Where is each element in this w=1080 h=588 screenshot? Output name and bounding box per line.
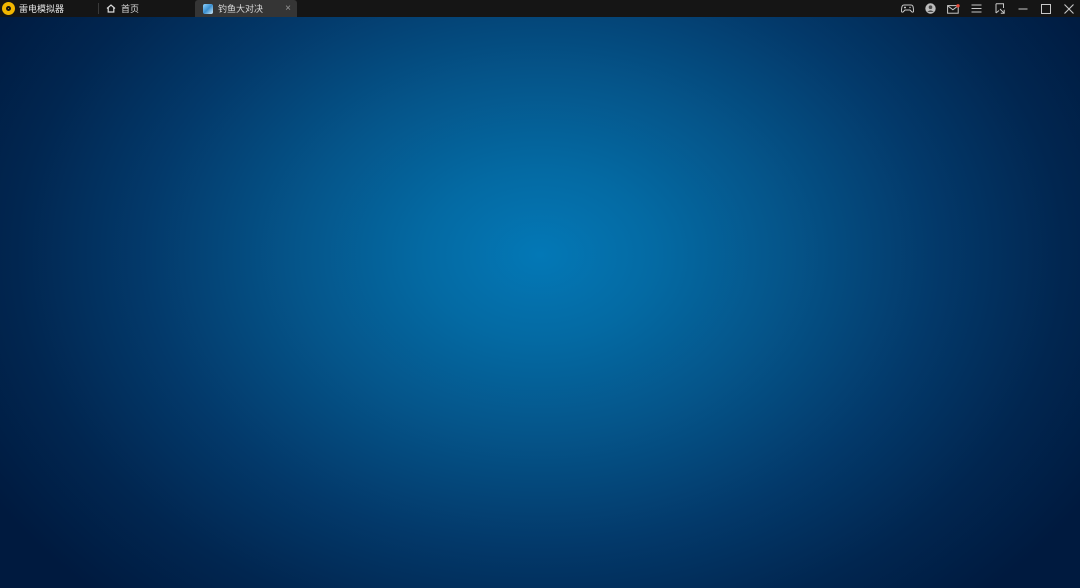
app-logo-icon — [2, 2, 15, 15]
game-thumbnail-icon — [203, 3, 213, 14]
tab-close-icon[interactable]: × — [285, 2, 291, 15]
app-title: 雷电模拟器 — [19, 4, 65, 14]
sidebar-toggle-button[interactable] — [988, 0, 1011, 17]
maximize-icon — [1040, 3, 1051, 14]
notification-dot — [956, 3, 960, 7]
app-brand: 雷电模拟器 — [0, 0, 98, 17]
tab-game-active[interactable]: 钓鱼大对决 × — [195, 0, 297, 17]
emulator-window: 雷电模拟器 首页 钓鱼大对决 × — [0, 0, 1080, 588]
tab-home-label: 首页 — [121, 4, 140, 14]
tab-game-label: 钓鱼大对决 — [218, 4, 264, 14]
close-window-button[interactable] — [1057, 0, 1080, 17]
maximize-button[interactable] — [1034, 0, 1057, 17]
game-loading-screen[interactable] — [0, 17, 1080, 588]
user-account-button[interactable] — [919, 0, 942, 17]
messages-button[interactable] — [942, 0, 965, 17]
home-icon — [106, 4, 116, 13]
main-menu-button[interactable] — [965, 0, 988, 17]
menu-icon — [971, 4, 982, 13]
tab-home[interactable]: 首页 — [99, 0, 195, 17]
gamepad-button[interactable] — [896, 0, 919, 17]
mail-icon — [947, 3, 960, 14]
user-avatar-icon — [925, 3, 936, 14]
minimize-button[interactable] — [1011, 0, 1034, 17]
minimize-icon — [1018, 8, 1027, 9]
close-icon — [1063, 3, 1074, 14]
window-controls — [896, 0, 1080, 17]
title-bar: 雷电模拟器 首页 钓鱼大对决 × — [0, 0, 1080, 17]
gamepad-icon — [901, 4, 914, 13]
sidebar-toggle-icon — [995, 3, 1005, 14]
